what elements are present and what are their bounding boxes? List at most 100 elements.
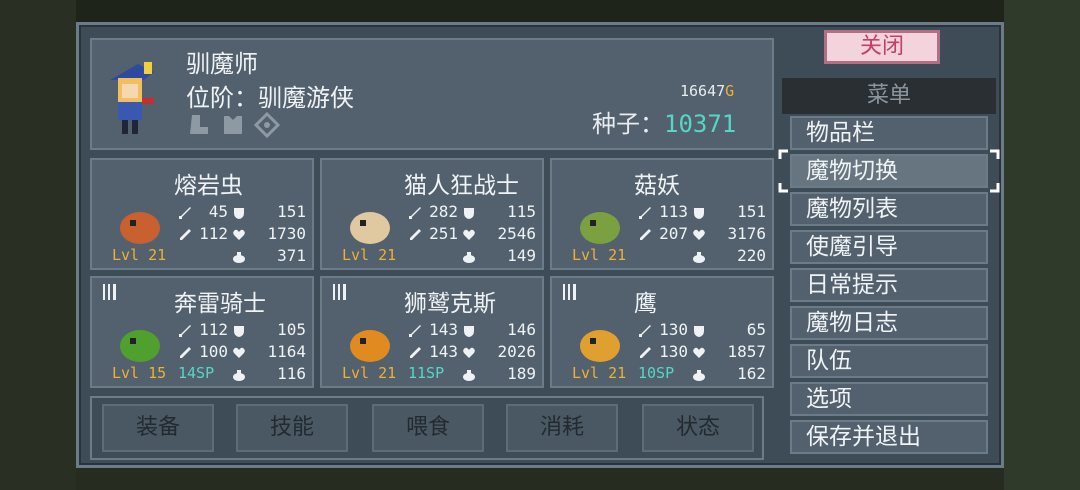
monster-def: 151 [277, 202, 306, 221]
menu-item-2[interactable]: 魔物列表 [790, 192, 988, 226]
sword-icon [638, 205, 652, 219]
monster-level: Lvl 15 [112, 364, 167, 382]
gold-value: 16647 [680, 82, 726, 100]
monster-hp: 2026 [497, 342, 536, 361]
monster-matk: 130 [659, 342, 688, 361]
food-icon [462, 367, 476, 381]
monster-def: 115 [507, 202, 536, 221]
shield-icon [232, 323, 246, 337]
monster-hp: 3176 [727, 224, 766, 243]
menu-item-1[interactable]: 魔物切换 [790, 154, 988, 188]
monster-name: 鹰 [634, 291, 657, 317]
food-icon [692, 367, 706, 381]
close-button[interactable]: 关闭 [824, 30, 940, 64]
menu-item-3[interactable]: 使魔引导 [790, 230, 988, 264]
heart-icon [232, 345, 246, 359]
monster-atk: 45 [208, 202, 228, 221]
fork-icon [330, 282, 350, 302]
monster-name: 菇妖 [634, 173, 680, 199]
background-wall-left [0, 0, 76, 490]
background-bottom [76, 468, 1004, 490]
staff-icon [178, 345, 192, 359]
monster-matk: 251 [429, 224, 458, 243]
staff-icon [408, 345, 422, 359]
monster-level: Lvl 21 [342, 246, 397, 264]
staff-icon [178, 227, 192, 241]
sword-icon [178, 323, 192, 337]
status-button[interactable]: 状态 [642, 404, 754, 452]
monster-matk: 207 [659, 224, 688, 243]
monster-atk: 143 [429, 320, 458, 339]
menu-item-8[interactable]: 保存并退出 [790, 420, 988, 454]
food-icon [232, 249, 246, 263]
sword-icon [408, 323, 422, 337]
monster-atk: 112 [199, 320, 228, 339]
skill-button[interactable]: 技能 [236, 404, 348, 452]
emblem-icon [254, 112, 280, 138]
menu-item-7[interactable]: 选项 [790, 382, 988, 416]
monster-sp: 14SP [178, 364, 215, 382]
menu-header: 菜单 [782, 78, 996, 114]
monster-hp: 1857 [727, 342, 766, 361]
monster-sprite [576, 202, 624, 246]
monster-sprite [346, 320, 394, 364]
seeds-label: 种子： [592, 110, 664, 138]
monster-level: Lvl 21 [572, 246, 627, 264]
player-rank: 位阶：驯魔游侠 [186, 84, 354, 112]
monster-atk: 282 [429, 202, 458, 221]
menu-item-0[interactable]: 物品栏 [790, 116, 988, 150]
heart-icon [232, 227, 246, 241]
heart-icon [462, 345, 476, 359]
monster-name: 猫人狂战士 [404, 173, 519, 199]
monster-matk: 112 [199, 224, 228, 243]
menu-item-5[interactable]: 魔物日志 [790, 306, 988, 340]
heart-icon [692, 227, 706, 241]
equip-button[interactable]: 装备 [102, 404, 214, 452]
menu-item-6[interactable]: 队伍 [790, 344, 988, 378]
shield-icon [462, 323, 476, 337]
monster-hp: 2546 [497, 224, 536, 243]
menu-item-4[interactable]: 日常提示 [790, 268, 988, 302]
sword-icon [408, 205, 422, 219]
monster-def: 65 [746, 320, 766, 339]
food-icon [462, 249, 476, 263]
monster-matk: 143 [429, 342, 458, 361]
shield-icon [692, 323, 706, 337]
monster-sp: 10SP [638, 364, 675, 382]
monster-level: Lvl 21 [342, 364, 397, 382]
player-class: 驯魔师 [186, 50, 258, 78]
heart-icon [692, 345, 706, 359]
heart-icon [462, 227, 476, 241]
monster-food: 116 [277, 364, 306, 383]
monster-food: 189 [507, 364, 536, 383]
monster-sprite [346, 202, 394, 246]
background-wall-right [1004, 0, 1080, 490]
monster-hp: 1164 [267, 342, 306, 361]
monster-atk: 113 [659, 202, 688, 221]
food-icon [232, 367, 246, 381]
monster-level: Lvl 21 [572, 364, 627, 382]
sword-icon [178, 205, 192, 219]
staff-icon [638, 227, 652, 241]
monster-name: 熔岩虫 [174, 173, 243, 199]
shield-icon [462, 205, 476, 219]
background-top [76, 0, 1004, 22]
monster-sp: 11SP [408, 364, 445, 382]
monster-def: 146 [507, 320, 536, 339]
monster-food: 162 [737, 364, 766, 383]
monster-food: 220 [737, 246, 766, 265]
monster-food: 149 [507, 246, 536, 265]
gold-amount: 16647G [680, 82, 734, 100]
fork-icon [100, 282, 120, 302]
seeds-row: 种子：10371 [592, 104, 736, 139]
feed-button[interactable]: 喂食 [372, 404, 484, 452]
monster-sprite [116, 320, 164, 364]
monster-name: 狮鹫克斯 [404, 291, 496, 317]
sword-icon [638, 323, 652, 337]
player-status-icons [186, 112, 290, 140]
monster-def: 105 [277, 320, 306, 339]
boot-icon [190, 115, 208, 134]
fork-icon [560, 282, 580, 302]
monster-matk: 100 [199, 342, 228, 361]
consume-button[interactable]: 消耗 [506, 404, 618, 452]
